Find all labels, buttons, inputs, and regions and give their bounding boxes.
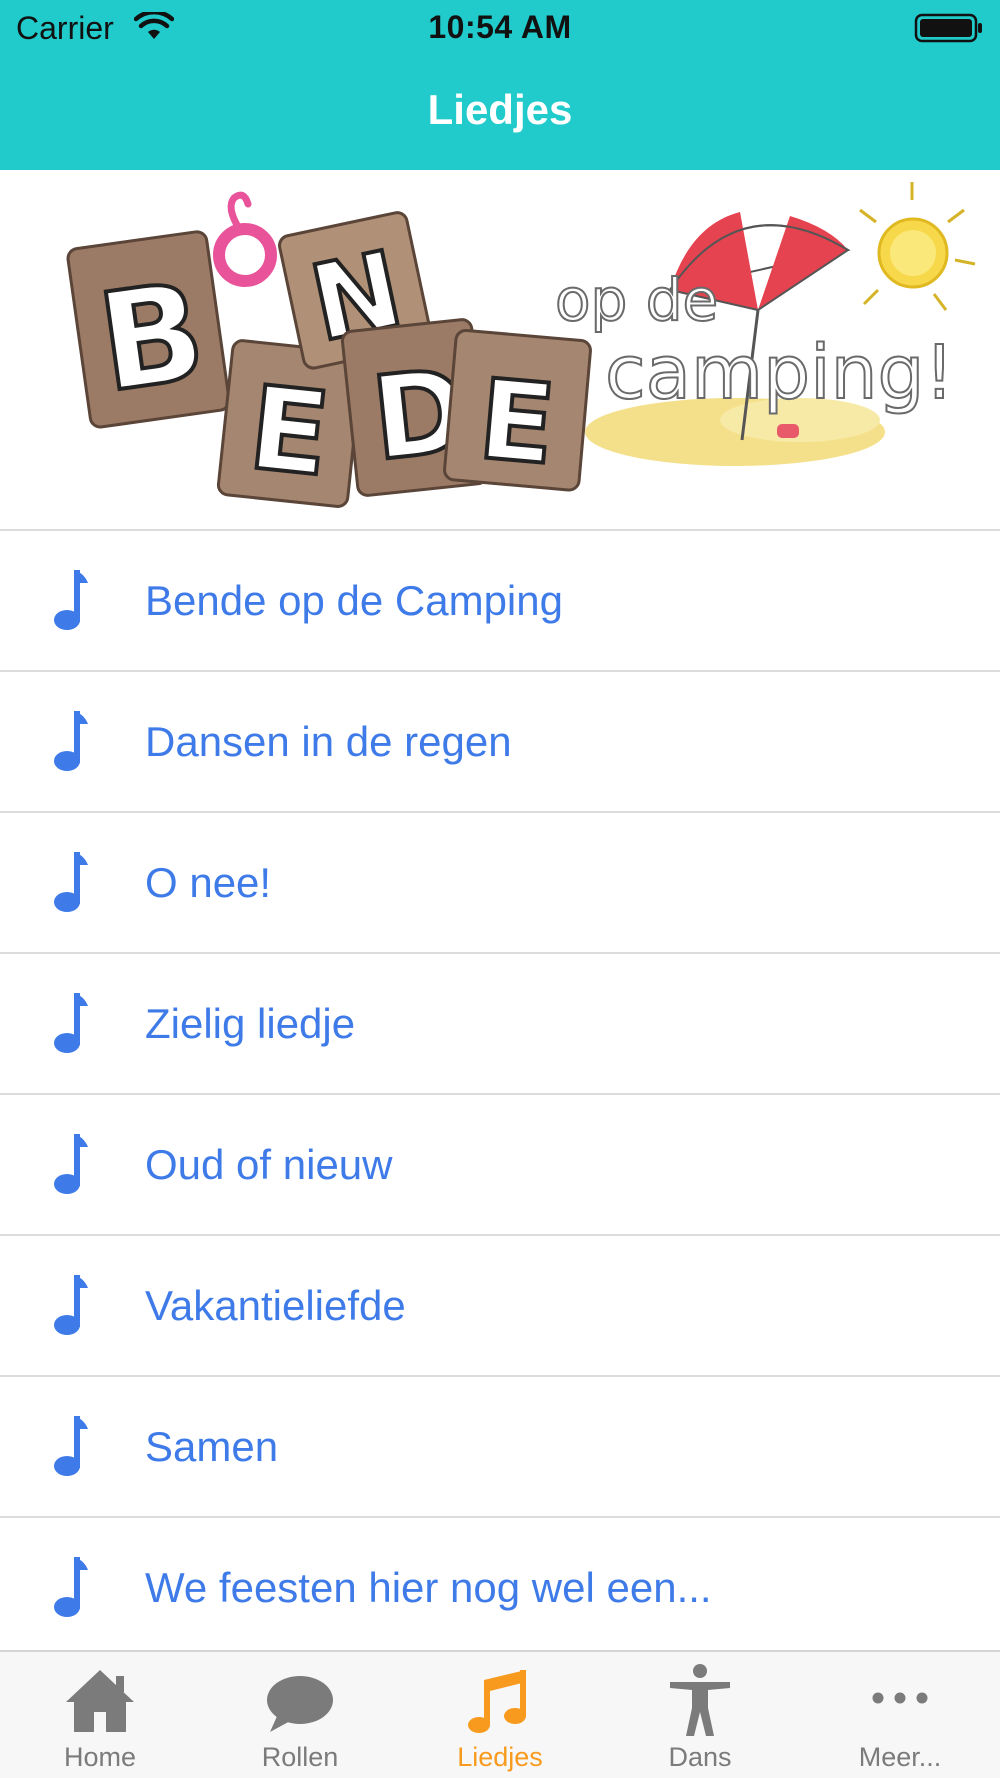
- tab-label: Rollen: [261, 1742, 339, 1772]
- banner-subtitle-line2: camping!: [605, 330, 954, 416]
- song-title: Samen: [145, 1423, 279, 1470]
- speech-bubble-icon: [267, 1676, 333, 1732]
- song-title: O nee!: [145, 859, 272, 906]
- svg-text:E: E: [474, 355, 560, 489]
- music-note-icon: [54, 993, 88, 1053]
- bende-logo-illustration: B E N D E op de camping!: [66, 182, 976, 508]
- song-row-we-feesten-hier[interactable]: We feesten hier nog wel een...: [0, 1518, 1000, 1659]
- music-note-icon: [54, 1275, 88, 1335]
- song-title: Dansen in de regen: [145, 718, 512, 765]
- banner-subtitle-line1: op de: [555, 266, 718, 334]
- more-icon: [872, 1692, 928, 1704]
- navigation-header: Carrier 10:54 AM Liedjes: [0, 0, 1000, 170]
- tab-label: Meer...: [858, 1742, 942, 1772]
- tab-home[interactable]: Home: [0, 1652, 200, 1778]
- music-note-icon: [54, 711, 88, 771]
- home-icon: [66, 1670, 134, 1732]
- tab-bar: Home Rollen Liedjes Dans Meer...: [0, 1650, 1000, 1778]
- music-note-icon: [54, 1557, 88, 1617]
- song-row-bende-op-de-camping[interactable]: Bende op de Camping: [0, 531, 1000, 672]
- song-row-oud-of-nieuw[interactable]: Oud of nieuw: [0, 1095, 1000, 1236]
- song-title: We feesten hier nog wel een...: [145, 1564, 712, 1611]
- song-row-vakantieliefde[interactable]: Vakantieliefde: [0, 1236, 1000, 1377]
- tab-dans[interactable]: Dans: [600, 1652, 800, 1778]
- music-note-icon: [54, 852, 88, 912]
- tab-label: Home: [63, 1742, 137, 1772]
- music-notes-icon: [468, 1670, 526, 1733]
- song-title: Vakantieliefde: [145, 1282, 406, 1329]
- song-title: Zielig liedje: [145, 1000, 356, 1047]
- tab-rollen[interactable]: Rollen: [200, 1652, 400, 1778]
- person-icon: [670, 1664, 730, 1736]
- song-title: Bende op de Camping: [145, 577, 563, 624]
- block-e1: E: [216, 339, 364, 508]
- music-note-icon: [54, 1134, 88, 1194]
- banner-logo: B E N D E op de camping!: [0, 170, 1000, 531]
- status-bar: Carrier 10:54 AM: [0, 0, 1000, 56]
- song-row-zielig-liedje[interactable]: Zielig liedje: [0, 954, 1000, 1095]
- song-title: Oud of nieuw: [145, 1141, 393, 1188]
- music-note-icon: [54, 570, 88, 630]
- tab-meer[interactable]: Meer...: [800, 1652, 1000, 1778]
- music-note-icon: [54, 1416, 88, 1476]
- block-b: B: [66, 230, 231, 429]
- song-row-samen[interactable]: Samen: [0, 1377, 1000, 1518]
- tab-label: Dans: [668, 1742, 732, 1772]
- song-row-o-nee[interactable]: O nee!: [0, 813, 1000, 954]
- song-list: Bende op de Camping Dansen in de regen O…: [0, 531, 1000, 1659]
- tab-label: Liedjes: [457, 1742, 543, 1772]
- battery-icon: [914, 13, 982, 43]
- block-e2: E: [443, 328, 592, 492]
- page-title: Liedjes: [427, 86, 573, 133]
- svg-text:B: B: [90, 253, 214, 423]
- svg-text:E: E: [243, 361, 335, 502]
- song-row-dansen-in-de-regen[interactable]: Dansen in de regen: [0, 672, 1000, 813]
- tab-liedjes[interactable]: Liedjes: [400, 1652, 600, 1778]
- clock: 10:54 AM: [428, 9, 572, 45]
